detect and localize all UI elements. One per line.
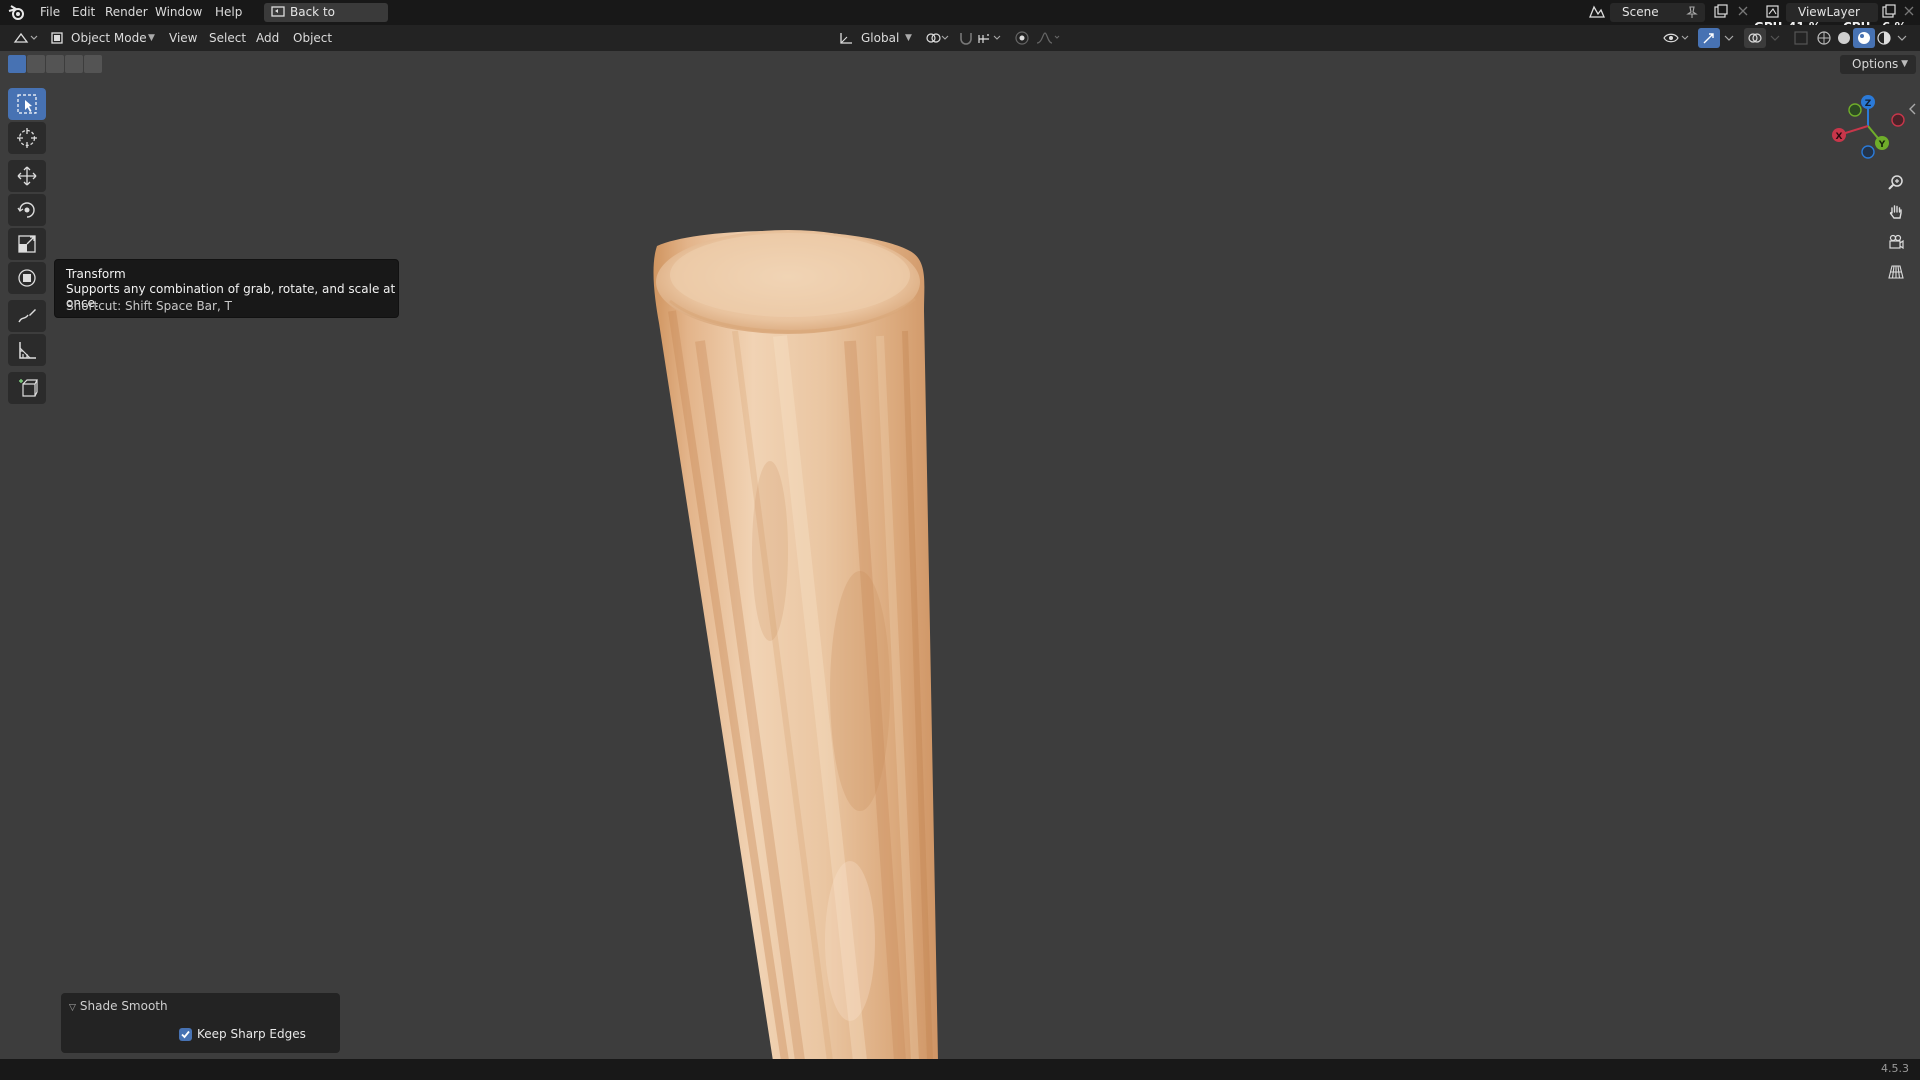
move-tool[interactable] [8,160,46,192]
pan-button[interactable] [1882,198,1910,226]
pin-icon[interactable] [1686,6,1698,19]
overlay-options-chevron-icon[interactable] [1766,28,1782,48]
hand-pan-icon [1889,205,1902,219]
camera-icon [1889,234,1904,250]
add-cube-tool[interactable] [8,372,46,404]
keep-sharp-edges-checkbox[interactable] [179,1028,192,1041]
move-arrows-icon [17,166,37,186]
add-cube-icon [19,379,38,397]
baseball-bat-model[interactable] [0,51,1920,1059]
annotate-pencil-icon [18,309,36,323]
select-extend-icon[interactable] [27,55,45,73]
object-visibility-icon[interactable] [1660,28,1690,48]
chevron-down-icon: ▼ [1901,59,1908,69]
last-operator-panel: ▽ Shade Smooth Keep Sharp Edges [61,993,340,1053]
cursor-icon [17,128,37,148]
gizmo-neg-x-icon[interactable] [1891,113,1905,127]
select-box-tool[interactable] [8,88,46,120]
chevron-down-icon: ▼ [905,33,912,43]
camera-view-button[interactable] [1882,228,1910,256]
object-mode-label: Object Mode [71,31,147,45]
shading-material-preview-icon[interactable] [1853,28,1875,48]
tooltip-title: Transform [66,267,126,281]
gizmo-y-label: Y [1878,140,1886,150]
chevron-down-icon: ▽ [69,1003,76,1013]
menu-window[interactable]: Window [149,0,208,25]
pivot-point-icon[interactable] [922,28,952,48]
orientation-axes-icon [840,33,852,44]
menu-edit[interactable]: Edit [66,0,101,25]
chevron-down-icon: ▼ [148,33,155,43]
scene-name: Scene [1622,5,1659,19]
cursor-tool[interactable] [8,122,46,154]
orientation-label: Global [861,31,900,45]
back-to-previous-button[interactable]: Back to Previous [264,3,388,38]
shading-solid-icon[interactable] [1833,28,1855,48]
show-gizmo-icon[interactable] [1698,28,1720,48]
zoom-magnifier-icon [1888,175,1903,190]
scene-name-field[interactable]: Scene [1610,3,1705,22]
select-box-icon [17,94,37,114]
tooltip-shortcut: Shortcut: Shift Space Bar, T [66,299,232,313]
gizmo-neg-z-icon[interactable] [1861,145,1875,159]
header-menu-object[interactable]: Object [288,28,337,48]
perspective-toggle-button[interactable] [1882,258,1910,286]
shading-rendered-icon[interactable] [1873,28,1895,48]
operator-title: Shade Smooth [79,999,168,1013]
version-label: 4.5.3 [1881,1062,1909,1075]
status-bar: 4.5.3 [0,1059,1920,1080]
transform-tool[interactable] [8,262,46,294]
measure-tool[interactable] [8,334,46,366]
top-menu-bar: File Edit Render Window Help Back to Pre… [0,0,1920,38]
menu-render[interactable]: Render [99,0,154,25]
keep-sharp-edges-label[interactable]: Keep Sharp Edges [197,1027,306,1041]
options-label: Options [1852,57,1899,71]
operator-panel-header[interactable]: ▽ Shade Smooth [69,999,168,1013]
new-scene-icon[interactable] [1710,2,1732,22]
grid-perspective-icon [1888,265,1904,279]
rotate-icon [17,202,35,218]
editor-type-icon[interactable] [10,28,42,48]
header-menu-add[interactable]: Add [251,28,284,48]
scale-icon [18,235,36,253]
back-screen-icon [271,6,285,17]
navigation-gizmo[interactable]: Z Y X [1825,90,1911,162]
transform-tooltip: Transform Supports any combination of gr… [54,259,399,318]
annotate-tool[interactable] [8,300,46,332]
falloff-icon[interactable] [1033,28,1063,48]
transform-icon [18,269,36,287]
show-overlays-icon[interactable] [1744,28,1766,48]
scene-type-icon[interactable] [1585,2,1607,22]
gizmo-options-chevron-icon[interactable] [1720,28,1736,48]
header-menu-select[interactable]: Select [204,28,251,48]
select-intersect-icon[interactable] [84,55,102,73]
measure-ruler-icon [19,342,36,359]
checkmark-icon [181,1030,190,1039]
proportional-editing-icon[interactable] [1011,28,1033,48]
menu-file[interactable]: File [34,0,66,25]
object-mode-dropdown[interactable]: Object Mode ▼ [49,28,157,48]
gizmo-neg-y-icon[interactable] [1848,103,1862,117]
scale-tool[interactable] [8,228,46,260]
object-mode-icon [51,32,63,44]
rotate-tool[interactable] [8,194,46,226]
3d-viewport[interactable] [0,51,1920,1059]
transform-orientation-dropdown[interactable]: Global ▼ [839,28,914,48]
menu-help[interactable]: Help [209,0,248,25]
gizmo-z-label: Z [1865,99,1872,109]
select-new-icon[interactable] [8,55,26,73]
options-dropdown[interactable]: Options ▼ [1840,55,1916,74]
header-menu-view[interactable]: View [164,28,202,48]
xray-toggle-icon[interactable] [1790,28,1812,48]
delete-scene-icon[interactable] [1733,2,1755,22]
blender-logo-icon[interactable] [8,4,26,22]
viewport-header: Object Mode ▼ View Select Add Object Glo… [0,25,1920,51]
select-subtract-icon[interactable] [46,55,64,73]
select-invert-icon[interactable] [65,55,83,73]
gizmo-x-label: X [1836,132,1843,142]
zoom-button[interactable] [1882,168,1910,196]
shading-options-chevron-icon[interactable] [1893,28,1909,48]
snap-target-icon[interactable] [974,28,1004,48]
shading-wireframe-icon[interactable] [1813,28,1835,48]
